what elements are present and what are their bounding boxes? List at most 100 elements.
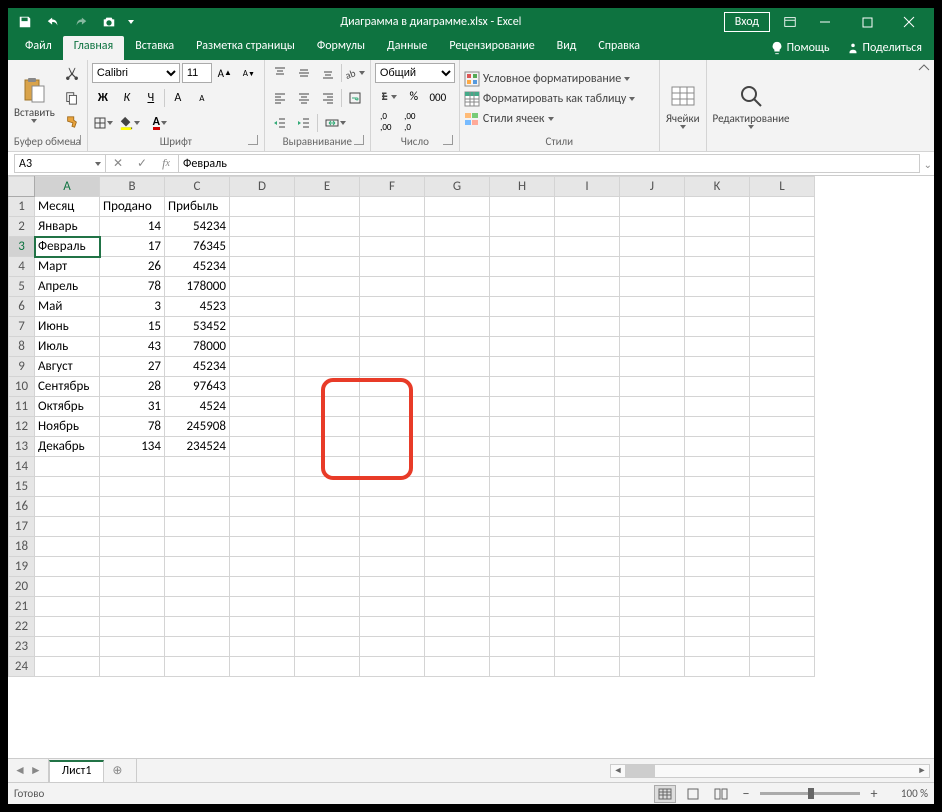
cell-G4[interactable]: [425, 257, 490, 277]
cell-F7[interactable]: [360, 317, 425, 337]
increase-decimal-button[interactable]: ,0,00: [375, 111, 397, 133]
cell-G17[interactable]: [425, 517, 490, 537]
cell-H9[interactable]: [490, 357, 555, 377]
cell-K10[interactable]: [685, 377, 750, 397]
cell-L4[interactable]: [750, 257, 815, 277]
cell-F9[interactable]: [360, 357, 425, 377]
zoom-in-button[interactable]: +: [866, 785, 882, 802]
cell-I24[interactable]: [555, 657, 620, 677]
cell-J23[interactable]: [620, 637, 685, 657]
col-header-F[interactable]: F: [360, 177, 425, 197]
cell-D3[interactable]: [230, 237, 295, 257]
cell-C23[interactable]: [165, 637, 230, 657]
cell-B3[interactable]: 17: [100, 237, 165, 257]
cell-A20[interactable]: [35, 577, 100, 597]
cell-F17[interactable]: [360, 517, 425, 537]
cell-B14[interactable]: [100, 457, 165, 477]
cell-E8[interactable]: [295, 337, 360, 357]
cell-K14[interactable]: [685, 457, 750, 477]
number-format-combo[interactable]: Общий: [375, 63, 455, 83]
formula-input[interactable]: Февраль: [179, 154, 920, 173]
cell-L2[interactable]: [750, 217, 815, 237]
cell-K13[interactable]: [685, 437, 750, 457]
cell-D12[interactable]: [230, 417, 295, 437]
zoom-slider[interactable]: [760, 792, 860, 795]
cell-I11[interactable]: [555, 397, 620, 417]
cell-K21[interactable]: [685, 597, 750, 617]
cell-F10[interactable]: [360, 377, 425, 397]
collapse-ribbon-button[interactable]: [918, 62, 930, 78]
cell-L14[interactable]: [750, 457, 815, 477]
cell-E16[interactable]: [295, 497, 360, 517]
cell-H19[interactable]: [490, 557, 555, 577]
cell-E17[interactable]: [295, 517, 360, 537]
cell-A24[interactable]: [35, 657, 100, 677]
row-header-17[interactable]: 17: [9, 517, 35, 537]
cell-C1[interactable]: Прибыль: [165, 197, 230, 217]
cell-J13[interactable]: [620, 437, 685, 457]
col-header-E[interactable]: E: [295, 177, 360, 197]
cell-A22[interactable]: [35, 617, 100, 637]
cell-G7[interactable]: [425, 317, 490, 337]
cell-C10[interactable]: 97643: [165, 377, 230, 397]
cell-F13[interactable]: [360, 437, 425, 457]
cell-E19[interactable]: [295, 557, 360, 577]
cell-E18[interactable]: [295, 537, 360, 557]
cell-F24[interactable]: [360, 657, 425, 677]
cell-L15[interactable]: [750, 477, 815, 497]
cell-D18[interactable]: [230, 537, 295, 557]
cell-D10[interactable]: [230, 377, 295, 397]
tab-formulas[interactable]: Формулы: [306, 36, 376, 60]
cell-F3[interactable]: [360, 237, 425, 257]
cell-A11[interactable]: Октябрь: [35, 397, 100, 417]
cell-J24[interactable]: [620, 657, 685, 677]
cell-I21[interactable]: [555, 597, 620, 617]
format-painter-button[interactable]: [61, 111, 83, 133]
cell-H7[interactable]: [490, 317, 555, 337]
cell-F5[interactable]: [360, 277, 425, 297]
row-header-1[interactable]: 1: [9, 197, 35, 217]
decrease-decimal-button[interactable]: ,00,0: [399, 111, 421, 133]
cell-D24[interactable]: [230, 657, 295, 677]
cell-E2[interactable]: [295, 217, 360, 237]
align-center-button[interactable]: [293, 87, 315, 109]
row-header-18[interactable]: 18: [9, 537, 35, 557]
cell-L11[interactable]: [750, 397, 815, 417]
cell-B9[interactable]: 27: [100, 357, 165, 377]
cell-A12[interactable]: Ноябрь: [35, 417, 100, 437]
cell-A18[interactable]: [35, 537, 100, 557]
cell-J21[interactable]: [620, 597, 685, 617]
cell-B19[interactable]: [100, 557, 165, 577]
cell-G8[interactable]: [425, 337, 490, 357]
cell-E10[interactable]: [295, 377, 360, 397]
cell-B18[interactable]: [100, 537, 165, 557]
orientation-button[interactable]: ab: [344, 62, 366, 84]
cell-H11[interactable]: [490, 397, 555, 417]
increase-font-button[interactable]: A▲: [214, 62, 236, 84]
row-header-8[interactable]: 8: [9, 337, 35, 357]
row-header-20[interactable]: 20: [9, 577, 35, 597]
zoom-level[interactable]: 100 %: [888, 787, 928, 800]
cell-H17[interactable]: [490, 517, 555, 537]
cell-I6[interactable]: [555, 297, 620, 317]
col-header-A[interactable]: A: [35, 177, 100, 197]
cell-H6[interactable]: [490, 297, 555, 317]
cell-F16[interactable]: [360, 497, 425, 517]
cell-G6[interactable]: [425, 297, 490, 317]
cell-B17[interactable]: [100, 517, 165, 537]
cell-G13[interactable]: [425, 437, 490, 457]
cell-H24[interactable]: [490, 657, 555, 677]
borders-button[interactable]: [92, 112, 114, 134]
cell-L6[interactable]: [750, 297, 815, 317]
cell-J16[interactable]: [620, 497, 685, 517]
align-middle-button[interactable]: [293, 62, 315, 84]
cell-J4[interactable]: [620, 257, 685, 277]
cell-C11[interactable]: 4524: [165, 397, 230, 417]
cell-K8[interactable]: [685, 337, 750, 357]
cell-I18[interactable]: [555, 537, 620, 557]
cell-I14[interactable]: [555, 457, 620, 477]
font-name-combo[interactable]: Calibri: [92, 63, 180, 83]
tab-view[interactable]: Вид: [546, 36, 588, 60]
cell-B23[interactable]: [100, 637, 165, 657]
font-grow-button[interactable]: A: [167, 87, 189, 109]
